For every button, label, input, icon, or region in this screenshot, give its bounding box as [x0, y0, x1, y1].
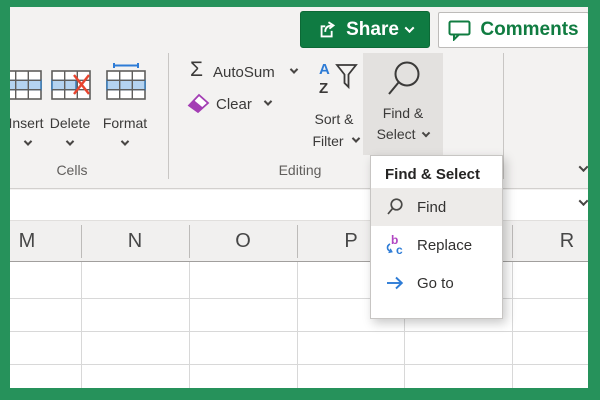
screenshot-green-frame: Share Comments Insert — [0, 0, 600, 400]
column-header-r[interactable]: R — [539, 221, 588, 262]
grid-column-line — [189, 262, 190, 388]
menu-item-label: Find — [417, 199, 446, 216]
menu-item-find[interactable]: Find — [371, 188, 502, 226]
autosum-chevron-down-icon[interactable] — [290, 65, 298, 73]
insert-cells-icon — [10, 67, 42, 103]
sort-filter-button[interactable]: Sort & — [304, 111, 364, 127]
menu-item-label: Go to — [417, 275, 454, 292]
magnifier-icon — [384, 197, 406, 217]
column-header-m[interactable]: M — [10, 221, 55, 262]
format-cells-icon — [106, 63, 146, 103]
grid-column-line — [297, 262, 298, 388]
group-divider — [503, 53, 504, 179]
grid-column-line — [81, 262, 82, 388]
header-divider — [512, 225, 513, 258]
collapse-ribbon-chevron-icon[interactable] — [579, 162, 588, 172]
header-divider — [81, 225, 82, 258]
insert-chevron-down-icon[interactable] — [24, 137, 32, 145]
column-header-o[interactable]: O — [215, 221, 271, 262]
menu-item-replace[interactable]: b c Replace — [371, 226, 502, 264]
group-divider — [168, 53, 169, 179]
excel-window: Share Comments Insert — [10, 7, 588, 388]
sort-filter-az-funnel-icon: A Z — [316, 59, 358, 99]
svg-text:A: A — [319, 61, 330, 78]
autosum-button[interactable]: AutoSum — [213, 64, 275, 81]
find-select-dropdown-menu: Find & Select Find b c — [370, 155, 503, 319]
clear-chevron-down-icon[interactable] — [264, 97, 272, 105]
cells-group-label: Cells — [40, 162, 104, 178]
svg-text:c: c — [396, 243, 403, 256]
goto-arrow-icon — [384, 273, 406, 293]
grid-row-line — [10, 364, 588, 365]
formula-bar-expand-chevron-icon[interactable] — [579, 196, 588, 206]
delete-cells-icon — [51, 67, 91, 103]
format-button[interactable]: Format — [97, 115, 153, 131]
header-divider — [189, 225, 190, 258]
format-chevron-down-icon[interactable] — [121, 137, 129, 145]
sort-filter-button-line2[interactable]: Filter — [298, 133, 358, 149]
grid-row-line — [10, 331, 588, 332]
column-header-n[interactable]: N — [107, 221, 163, 262]
replace-swap-icon: b c — [384, 234, 406, 256]
menu-item-label: Replace — [417, 237, 472, 254]
find-select-magnifier-icon — [384, 59, 422, 103]
clear-eraser-icon — [187, 92, 211, 114]
grid-column-line — [512, 262, 513, 388]
clear-button[interactable]: Clear — [216, 96, 252, 113]
delete-button[interactable]: Delete — [42, 115, 98, 131]
autosum-sigma-icon: Σ — [190, 58, 203, 82]
delete-chevron-down-icon[interactable] — [66, 137, 74, 145]
find-select-label-text: Select — [377, 126, 416, 142]
menu-item-goto[interactable]: Go to — [371, 264, 502, 302]
svg-text:Z: Z — [319, 80, 328, 97]
header-divider — [297, 225, 298, 258]
menu-title: Find & Select — [371, 162, 502, 188]
find-select-label-line1: Find & — [383, 103, 423, 124]
find-select-button-pressed[interactable]: Find & Select — [363, 53, 443, 155]
find-select-label-line2: Select — [377, 124, 430, 145]
editing-group-label: Editing — [270, 162, 330, 178]
find-select-chevron-down-icon — [422, 129, 430, 137]
